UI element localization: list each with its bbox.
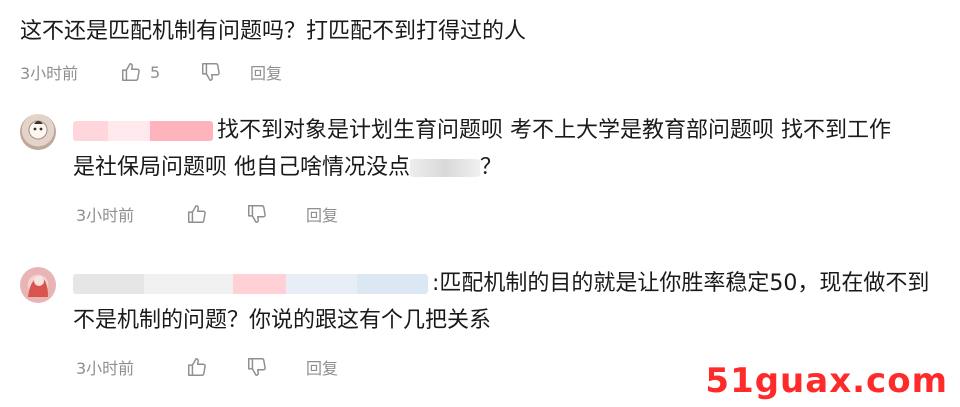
- avatar-image: [28, 276, 48, 297]
- thumbs-up-icon: [188, 205, 206, 223]
- comment-time: 3小时前: [20, 64, 79, 83]
- comment-time: 3小时前: [76, 359, 135, 378]
- dislike-button[interactable]: [246, 203, 306, 225]
- reply-text-line-1: :匹配机制的目的就是让你胜率稳定50，现在做不到: [432, 271, 930, 296]
- comment-thread: 这不还是匹配机制有问题吗？打匹配不到打得过的人 3小时前 5 回复 找不到对象是…: [0, 0, 960, 407]
- dislike-button[interactable]: [246, 356, 306, 378]
- redacted-text: [410, 159, 480, 177]
- reply-text: 找不到对象是计划生育问题呗 考不上大学是教育部问题呗 找不到工作 是社保局问题呗…: [73, 112, 950, 186]
- reply-text-line-2: 是社保局问题呗 他自己啥情况没点: [73, 155, 410, 180]
- avatar[interactable]: [20, 114, 56, 150]
- comment-time: 3小时前: [76, 206, 135, 225]
- reply-button[interactable]: 回复: [250, 60, 282, 84]
- dislike-button[interactable]: [200, 61, 250, 83]
- top-comment-meta: 3小时前 5 回复: [20, 58, 950, 86]
- like-button[interactable]: 5: [120, 61, 200, 83]
- like-count: 5: [150, 62, 161, 82]
- avatar-image: [28, 120, 48, 140]
- thumbs-down-icon: [248, 358, 266, 376]
- username-blurred[interactable]: [73, 274, 428, 294]
- reply-meta: 3小时前 回复: [76, 200, 950, 228]
- thumbs-up-icon: [188, 358, 206, 376]
- reply-body: 找不到对象是计划生育问题呗 考不上大学是教育部问题呗 找不到工作 是社保局问题呗…: [73, 112, 950, 228]
- reply-button[interactable]: 回复: [306, 202, 338, 226]
- thumbs-up-icon: [122, 63, 140, 81]
- thumbs-down-icon: [248, 205, 266, 223]
- reply-item-1: 找不到对象是计划生育问题呗 考不上大学是教育部问题呗 找不到工作 是社保局问题呗…: [20, 112, 950, 252]
- watermark: 51guax.com: [705, 361, 948, 401]
- reply-text-line-1: 找不到对象是计划生育问题呗 考不上大学是教育部问题呗 找不到工作: [217, 118, 891, 143]
- thumbs-down-icon: [202, 63, 220, 81]
- username-blurred[interactable]: [73, 121, 213, 141]
- reply-text-line-2-end: ？: [480, 155, 503, 180]
- reply-button[interactable]: 回复: [306, 355, 338, 379]
- avatar[interactable]: [20, 267, 56, 303]
- reply-text: :匹配机制的目的就是让你胜率稳定50，现在做不到 不是机制的问题？你说的跟这有个…: [73, 265, 950, 339]
- reply-text-line-2: 不是机制的问题？你说的跟这有个几把关系: [73, 308, 492, 333]
- like-button[interactable]: [186, 356, 246, 378]
- top-comment-text: 这不还是匹配机制有问题吗？打匹配不到打得过的人: [20, 19, 527, 44]
- like-button[interactable]: [186, 203, 246, 225]
- top-comment: 这不还是匹配机制有问题吗？打匹配不到打得过的人 3小时前 5 回复: [20, 14, 950, 86]
